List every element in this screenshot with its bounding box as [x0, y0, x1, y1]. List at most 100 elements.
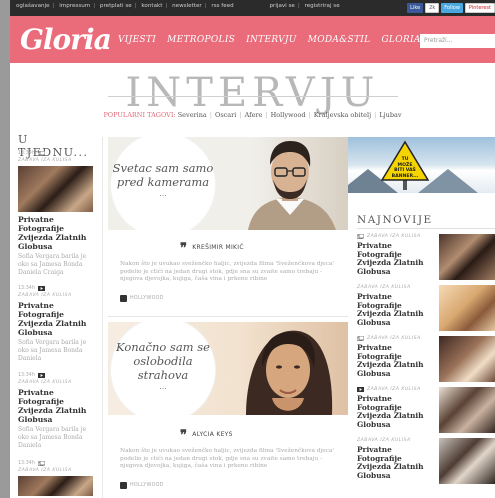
item-thumbnail[interactable]: [439, 438, 495, 484]
facebook-like-button[interactable]: Like: [407, 3, 424, 13]
item-time: 13:34h: [18, 461, 35, 466]
item-excerpt: Sofia Vergara barila je oko sa Jamesa Bo…: [18, 253, 87, 276]
gallery-icon: [357, 336, 364, 341]
list-item[interactable]: 13:34h ZABAVA IZA KULISA Privatne Fotogr…: [18, 286, 98, 363]
section-divider: [357, 228, 495, 229]
list-item[interactable]: ZABAVA IZA KULISA Privatne Fotografije Z…: [357, 285, 495, 333]
video-icon: [37, 286, 45, 291]
feature-tag-label: HOLLYWOOD: [130, 296, 164, 301]
item-thumbnail[interactable]: [18, 476, 93, 496]
popular-tags: POPULARNI TAGOVI: Severina | Oscari | Afere |…: [103, 111, 402, 119]
quote-mark-icon: ❞: [180, 241, 188, 256]
tag-severina[interactable]: Severina: [178, 111, 207, 119]
quote-line-1: Konačno sam se: [116, 340, 210, 354]
title-divider: [108, 96, 398, 97]
item-thumbnail[interactable]: [439, 336, 495, 382]
nav-item-metropolis[interactable]: METROPOLIS: [167, 35, 235, 45]
feature-divider: [108, 316, 348, 317]
nav-item-intervju[interactable]: INTERVJU: [246, 35, 297, 45]
list-item[interactable]: ZABAVA IZA KULISA Privatne Fotografije Z…: [357, 387, 495, 435]
item-category: ZABAVA IZA KULISA: [357, 438, 411, 443]
item-headline[interactable]: Privatne Fotografije Zvijezda Zlatnih Gl…: [357, 394, 437, 429]
item-headline[interactable]: Privatne Fotografije Zvijezda Zlatnih Gl…: [18, 215, 98, 251]
nav-item-vijesti[interactable]: VIJESTI: [118, 35, 156, 45]
feature-excerpt: Nakon što je uvukao sveženčko haljic, zv…: [120, 448, 335, 469]
link-impressum[interactable]: impressum: [59, 3, 90, 9]
item-category: ZABAVA IZA KULISA: [18, 293, 72, 298]
like-count: 2k: [425, 3, 440, 13]
list-item[interactable]: 13:34h ZABAVA IZA KULISA Privatne Fotogr…: [18, 151, 98, 277]
page-title: INTERVJU: [125, 70, 380, 116]
list-item[interactable]: 13:34h ZABAVA IZA KULISA Privatne Fotogr…: [18, 373, 98, 450]
main-nav: VIJESTI METROPOLIS INTERVJU MODA&STIL GL…: [118, 35, 433, 45]
gallery-icon: [357, 234, 364, 239]
item-category: ZABAVA IZA KULISA: [367, 336, 421, 341]
item-thumbnail[interactable]: [439, 234, 495, 280]
quote-line-1: Svetac sam samo: [112, 161, 214, 175]
quote-line-3: strahova: [137, 368, 189, 382]
nav-item-moda-stil[interactable]: MODA&STIL: [308, 35, 371, 45]
link-registriraj[interactable]: registriraj se: [305, 3, 340, 9]
quote-ellipsis: ...: [159, 382, 167, 391]
gloria-logo[interactable]: Gloria: [20, 23, 112, 56]
popular-tags-label: POPULARNI TAGOVI:: [103, 111, 176, 119]
item-meta: 13:34h: [18, 286, 98, 291]
interview-author[interactable]: ❞ KREŠIMIR MIKIĆ: [180, 241, 244, 256]
item-excerpt: Sofia Vergara barila je oko sa Jamesa Bo…: [18, 426, 87, 449]
tag-kraljevska-obitelj[interactable]: Kraljevska obitelj: [314, 111, 371, 119]
featured-interview-card[interactable]: Svetac sam samo pred kamerama ... ❞ KREŠI…: [108, 137, 348, 312]
list-item[interactable]: ZABAVA IZA KULISA Privatne Fotografije Z…: [357, 336, 495, 384]
author-name: KREŠIMIR MIKIĆ: [192, 244, 244, 251]
list-item[interactable]: ZABAVA IZA KULISA Privatne Fotografije Z…: [357, 234, 495, 282]
item-headline[interactable]: Privatne Fotografije Zvijezda Zlatnih Gl…: [18, 388, 98, 424]
tag-oscari[interactable]: Oscari: [215, 111, 236, 119]
featured-image[interactable]: Svetac sam samo pred kamerama ...: [108, 137, 348, 230]
top-utility-bar: oglašavanje | impressum | pretplati se | ko…: [10, 0, 495, 16]
link-prijavi[interactable]: prijavi se: [269, 3, 294, 9]
item-headline[interactable]: Privatne Fotografije Zvijezda Zlatnih Gl…: [357, 445, 437, 480]
item-headline[interactable]: Privatne Fotografije Zvijezda Zlatnih Gl…: [357, 343, 437, 378]
gallery-icon: [37, 151, 45, 156]
item-category: ZABAVA IZA KULISA: [18, 380, 72, 385]
section-title-najnovije: NAJNOVIJE: [357, 214, 433, 226]
featured-interview-card[interactable]: Konačno sam se oslobodila strahova ... ❞…: [108, 322, 348, 498]
quote-bubble: Konačno sam se oslobodila strahova ...: [111, 322, 215, 415]
feature-tag[interactable]: HOLLYWOOD: [120, 482, 164, 489]
social-buttons: Like 2k Follow Pinterest: [407, 3, 495, 13]
quote-line-2: pred kamerama: [116, 175, 210, 189]
page: oglašavanje | impressum | pretplati se | ko…: [10, 0, 495, 498]
utility-links: oglašavanje | impressum | pretplati se | ko…: [16, 3, 340, 9]
link-rss[interactable]: rss feed: [211, 3, 233, 9]
item-thumbnail[interactable]: [439, 285, 495, 331]
list-item[interactable]: ZABAVA IZA KULISA Privatne Fotografije Z…: [357, 438, 495, 486]
left-column: U TJEDNU... 13:34h ZABAVA IZA KULISA Pri…: [18, 133, 98, 496]
twitter-follow-button[interactable]: Follow: [441, 3, 463, 13]
feature-tag[interactable]: HOLLYWOOD: [120, 295, 164, 302]
item-category: ZABAVA IZA KULISA: [367, 387, 421, 392]
interview-author[interactable]: ❞ ALYCIA KEYS: [180, 428, 233, 443]
item-time: 13:34h: [18, 151, 35, 156]
item-headline[interactable]: Privatne Fotografije Zvijezda Zlatnih Gl…: [357, 241, 437, 276]
tag-afere[interactable]: Afere: [245, 111, 263, 119]
portrait-illustration: [246, 330, 333, 415]
link-newsletter[interactable]: newsletter: [172, 3, 202, 9]
tag-ljubav[interactable]: Ljubav: [379, 111, 401, 119]
tag-hollywood[interactable]: Hollywood: [271, 111, 306, 119]
list-item[interactable]: 13:34h ZABAVA IZA KULISA: [18, 461, 98, 496]
item-headline[interactable]: Privatne Fotografije Zvijezda Zlatnih Gl…: [18, 301, 98, 337]
item-thumbnail[interactable]: [439, 387, 495, 433]
item-thumbnail[interactable]: [18, 166, 93, 212]
pinterest-button[interactable]: Pinterest: [464, 3, 495, 13]
item-headline[interactable]: Privatne Fotografije Zvijezda Zlatnih Gl…: [357, 292, 437, 327]
link-kontakt[interactable]: kontakt: [141, 3, 162, 9]
item-meta: 13:34h: [18, 373, 98, 378]
item-meta: 13:34h: [18, 151, 98, 156]
link-oglasavanje[interactable]: oglašavanje: [16, 3, 50, 9]
item-category: ZABAVA IZA KULISA: [18, 468, 72, 473]
search-input[interactable]: Pretraži...: [420, 34, 495, 48]
ad-banner[interactable]: TU MOŽE BITI VAŠ BANNER...: [348, 137, 495, 193]
tag-icon: [120, 482, 127, 489]
featured-image[interactable]: Konačno sam se oslobodila strahova ...: [108, 322, 348, 415]
link-pretplati[interactable]: pretplati se: [100, 3, 132, 9]
gallery-icon: [37, 461, 45, 466]
